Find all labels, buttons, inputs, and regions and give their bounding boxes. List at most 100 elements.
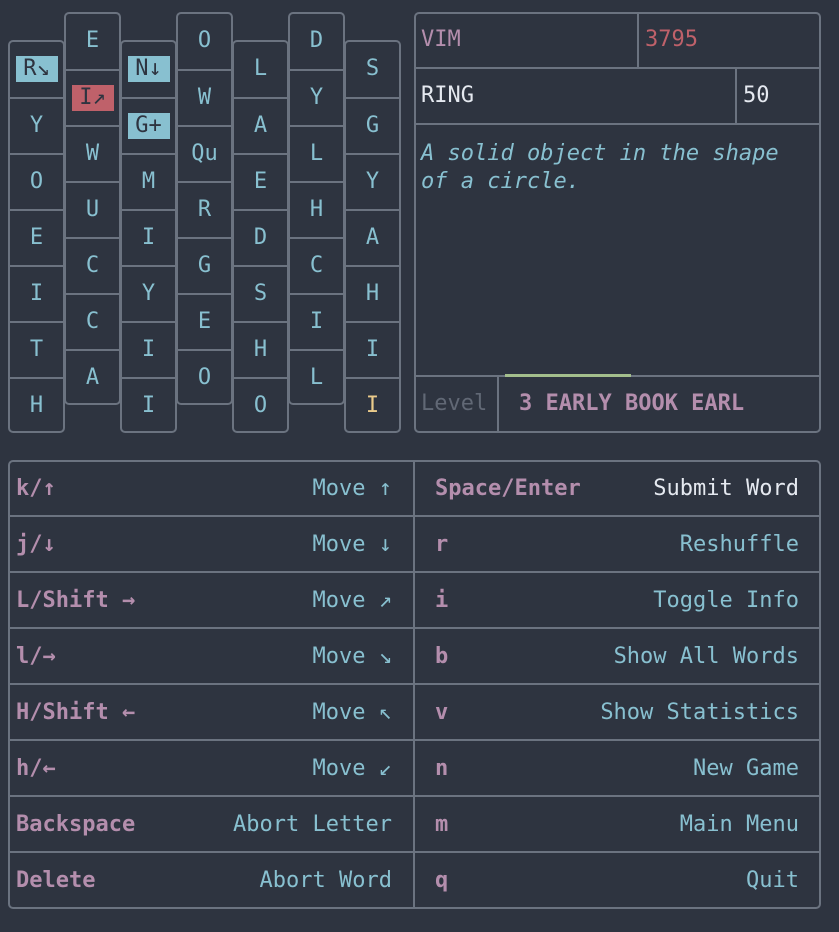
letter-text: S <box>253 281 268 306</box>
letter-tile[interactable]: S <box>234 265 287 321</box>
letter-text: N↓ <box>127 56 170 82</box>
letter-text: C <box>85 253 100 278</box>
letter-tile[interactable]: D <box>290 13 343 69</box>
letter-text: L <box>309 141 324 166</box>
info-panel <box>414 12 821 433</box>
letter-tile[interactable]: E <box>234 153 287 209</box>
letter-text: O <box>197 28 212 53</box>
letter-text: L <box>253 56 268 81</box>
letter-tile[interactable]: E <box>66 13 119 69</box>
letter-text: I <box>29 281 44 306</box>
action-label: Move ↙ <box>312 756 392 781</box>
letter-tile[interactable]: R↘ <box>10 41 63 97</box>
board-column: N↓ G+ M I Y I I <box>120 40 177 433</box>
letter-tile[interactable]: U <box>66 181 119 237</box>
letter-tile[interactable]: W <box>178 69 231 125</box>
letter-tile[interactable]: I <box>290 293 343 349</box>
letter-text: E <box>85 28 100 53</box>
letter-text: O <box>253 393 268 418</box>
letter-text: Y <box>141 281 156 306</box>
letter-text: R↘ <box>15 56 58 82</box>
action-label: Move ↑ <box>312 476 392 501</box>
letter-tile[interactable]: C <box>290 237 343 293</box>
letter-text: D <box>309 28 324 53</box>
key-label: b <box>435 644 449 669</box>
key-label: m <box>435 812 449 837</box>
letter-tile[interactable]: A <box>66 349 119 405</box>
letter-tile[interactable]: S <box>346 41 399 97</box>
letter-tile[interactable]: A <box>346 209 399 265</box>
letter-text: H <box>309 197 324 222</box>
letter-text: Y <box>365 169 380 194</box>
letter-tile[interactable]: C <box>66 237 119 293</box>
letter-text: L <box>309 365 324 390</box>
letter-tile[interactable]: H <box>346 265 399 321</box>
action-label: Move ↓ <box>312 532 392 557</box>
letter-tile[interactable]: A <box>234 97 287 153</box>
letter-tile[interactable]: M <box>122 153 175 209</box>
letter-text: I↗ <box>71 85 114 111</box>
letter-tile[interactable]: L <box>290 349 343 405</box>
letter-tile[interactable]: N↓ <box>122 41 175 97</box>
letter-text: A <box>365 225 380 250</box>
letter-tile[interactable]: D <box>234 209 287 265</box>
board-column: E I↗ W U C C A <box>64 12 121 405</box>
letter-tile[interactable]: Y <box>290 69 343 125</box>
action-label: Reshuffle <box>679 532 799 557</box>
key-label: v <box>435 700 449 725</box>
letter-text: H <box>365 281 380 306</box>
action-label: Move ↗ <box>312 588 392 613</box>
letter-tile[interactable]: G+ <box>122 97 175 153</box>
letter-tile[interactable]: Qu <box>178 125 231 181</box>
letter-tile[interactable]: Y <box>10 97 63 153</box>
letter-tile[interactable]: I <box>122 377 175 433</box>
letter-tile[interactable]: I <box>346 377 399 433</box>
letter-tile[interactable]: O <box>10 153 63 209</box>
letter-tile[interactable]: H <box>234 321 287 377</box>
level-value: 3 EARLY BOOK EARL <box>519 391 745 416</box>
action-label: Abort Letter <box>233 812 392 837</box>
letter-text: Y <box>309 85 324 110</box>
letter-text: G <box>365 113 380 138</box>
key-label: h/← <box>16 756 56 781</box>
letter-text: I <box>141 393 156 418</box>
key-label: l/→ <box>16 644 56 669</box>
letter-tile[interactable]: Y <box>122 265 175 321</box>
letter-text: O <box>197 365 212 390</box>
key-label: r <box>435 532 449 557</box>
letter-tile[interactable]: I <box>346 321 399 377</box>
letter-text: R <box>197 197 212 222</box>
word-definition: A solid object in the shape of a circle. <box>421 141 779 194</box>
letter-tile[interactable]: I <box>10 265 63 321</box>
letter-text: G+ <box>127 113 170 139</box>
letter-text: I <box>365 337 380 362</box>
action-label: Main Menu <box>679 812 799 837</box>
letter-tile[interactable]: O <box>234 377 287 433</box>
letter-tile[interactable]: L <box>234 41 287 97</box>
letter-text: A <box>85 365 100 390</box>
letter-tile[interactable]: L <box>290 125 343 181</box>
letter-tile[interactable]: H <box>10 377 63 433</box>
letter-tile[interactable]: G <box>346 97 399 153</box>
board-column: L A E D S H O <box>232 40 289 433</box>
letter-tile[interactable]: G <box>178 237 231 293</box>
letter-tile[interactable]: I <box>122 209 175 265</box>
key-label: L/Shift → <box>16 588 136 613</box>
letter-text: U <box>85 197 100 222</box>
letter-text: H <box>253 337 268 362</box>
letter-tile[interactable]: I↗ <box>66 69 119 125</box>
action-label: Show Statistics <box>600 700 799 725</box>
letter-text: C <box>309 253 324 278</box>
letter-tile[interactable]: E <box>10 209 63 265</box>
letter-tile[interactable]: O <box>178 349 231 405</box>
letter-tile[interactable]: O <box>178 13 231 69</box>
action-label: Submit Word <box>653 476 799 501</box>
letter-tile[interactable]: T <box>10 321 63 377</box>
letter-tile[interactable]: I <box>122 321 175 377</box>
letter-tile[interactable]: Y <box>346 153 399 209</box>
letter-tile[interactable]: W <box>66 125 119 181</box>
letter-tile[interactable]: H <box>290 181 343 237</box>
letter-tile[interactable]: R <box>178 181 231 237</box>
letter-tile[interactable]: E <box>178 293 231 349</box>
letter-tile[interactable]: C <box>66 293 119 349</box>
